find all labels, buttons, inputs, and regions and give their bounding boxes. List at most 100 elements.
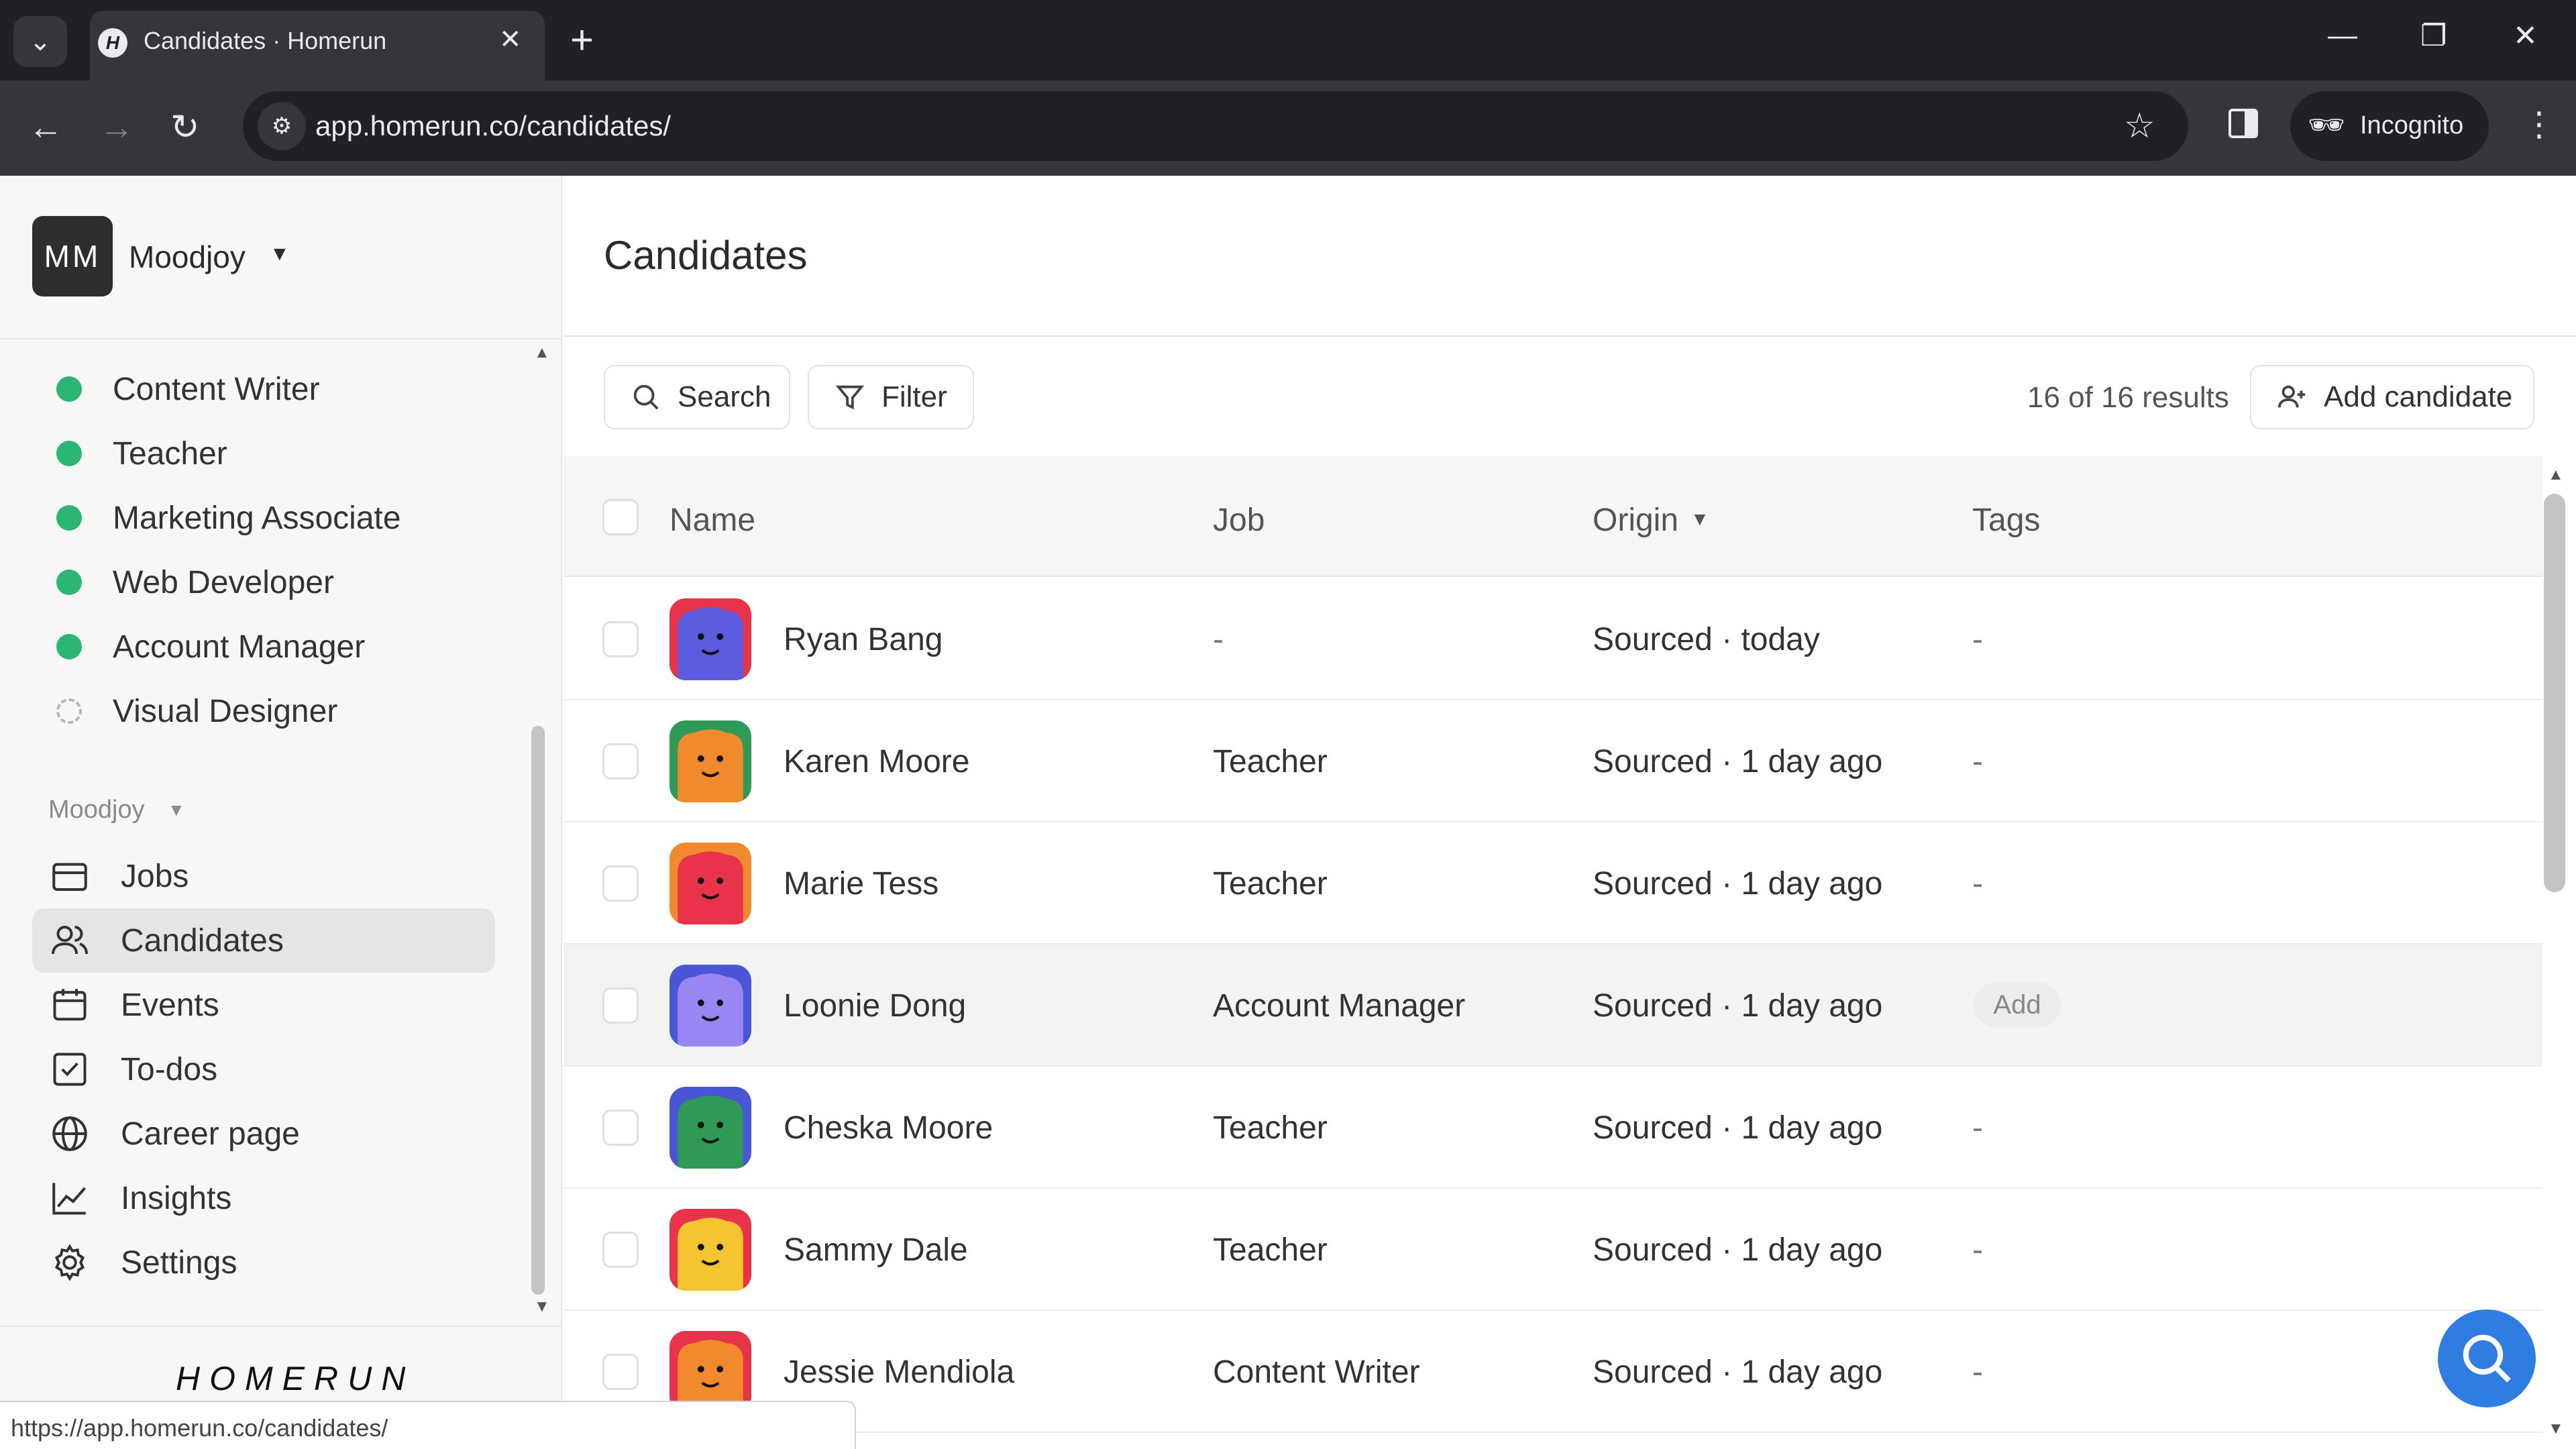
filter-icon — [835, 385, 865, 410]
close-tab-icon[interactable]: ✕ — [499, 24, 522, 55]
tab-search-button[interactable]: ⌄ — [13, 16, 67, 67]
add-user-icon — [2277, 385, 2306, 408]
globe-icon — [50, 1114, 90, 1154]
homerun-favicon-icon: H — [98, 28, 127, 58]
row-checkbox[interactable] — [602, 1110, 639, 1146]
sort-caret-icon[interactable]: ▼ — [1690, 508, 1709, 530]
sidebar-job-label: Visual Designer — [113, 693, 338, 729]
published-status-icon — [56, 570, 82, 595]
candidate-origin: Sourced · 1 day ago — [1593, 744, 1883, 780]
main-scrollbar[interactable] — [2544, 494, 2565, 892]
sidebar-job-visual-designer[interactable]: Visual Designer — [56, 691, 337, 731]
page-title: Candidates — [604, 233, 808, 278]
search-label: Search — [678, 380, 771, 413]
minimize-icon[interactable]: — — [2328, 19, 2357, 52]
window-close-icon[interactable]: ✕ — [2513, 19, 2538, 53]
search-button[interactable]: Search — [604, 365, 790, 429]
workspace-avatar[interactable]: MM — [32, 216, 113, 297]
row-checkbox[interactable] — [602, 621, 639, 657]
column-origin[interactable]: Origin — [1593, 502, 1678, 539]
caret-down-icon[interactable]: ▼ — [270, 243, 290, 266]
candidate-origin: Sourced · today — [1593, 622, 1820, 657]
scroll-down-arrow-icon[interactable]: ▼ — [2548, 1419, 2564, 1438]
candidate-avatar — [669, 965, 751, 1046]
candidate-name[interactable]: Marie Tess — [784, 865, 938, 902]
restore-icon[interactable]: ❐ — [2420, 19, 2447, 53]
checkbox-icon — [50, 1049, 90, 1089]
candidate-name[interactable]: Loonie Dong — [784, 987, 966, 1024]
bookmark-star-icon[interactable]: ☆ — [2124, 106, 2155, 146]
candidate-name[interactable]: Ryan Bang — [784, 621, 943, 658]
sidebar-item-events[interactable]: Events — [32, 973, 495, 1037]
sidebar-job-account-manager[interactable]: Account Manager — [56, 627, 365, 667]
magnifier-icon — [2463, 1334, 2511, 1383]
sidebar-item-career-page[interactable]: Career page — [32, 1102, 495, 1166]
scroll-up-arrow-icon[interactable]: ▲ — [2548, 466, 2564, 484]
row-checkbox[interactable] — [602, 1232, 639, 1268]
candidate-job: Account Manager — [1213, 988, 1466, 1024]
sidebar-job-content-writer[interactable]: Content Writer — [56, 369, 320, 409]
new-tab-icon[interactable]: + — [570, 19, 594, 62]
caret-down-icon[interactable]: ▼ — [168, 800, 185, 820]
sidebar-item-settings[interactable]: Settings — [32, 1230, 495, 1295]
side-panel-icon[interactable] — [2229, 109, 2258, 138]
filter-button[interactable]: Filter — [808, 365, 974, 429]
column-name[interactable]: Name — [669, 502, 755, 539]
select-all-checkbox[interactable] — [602, 499, 639, 535]
reload-icon[interactable]: ↻ — [170, 107, 200, 148]
candidate-origin: Sourced · 1 day ago — [1593, 1110, 1883, 1146]
scroll-up-arrow-icon[interactable]: ▲ — [534, 343, 550, 362]
sidebar-job-marketing-associate[interactable]: Marketing Associate — [56, 498, 401, 538]
results-count: 16 of 16 results — [2027, 381, 2229, 414]
candidate-origin: Sourced · 1 day ago — [1593, 988, 1883, 1024]
site-info-icon[interactable]: ⚙ — [258, 102, 306, 150]
calendar-icon — [50, 985, 90, 1025]
sidebar-footer-divider — [0, 1326, 561, 1327]
homerun-logo: HOMERUN — [176, 1360, 415, 1397]
row-checkbox[interactable] — [602, 987, 639, 1024]
scroll-down-arrow-icon[interactable]: ▼ — [534, 1297, 550, 1316]
candidate-avatar — [669, 843, 751, 924]
add-tag-button[interactable]: Add — [1974, 982, 2061, 1028]
published-status-icon — [56, 505, 82, 531]
candidate-avatar — [669, 720, 751, 802]
candidate-avatar — [669, 1087, 751, 1169]
candidate-name[interactable]: Jessie Mendiola — [784, 1354, 1014, 1391]
workspace-name[interactable]: Moodjoy — [129, 239, 246, 275]
candidate-tags: - — [1972, 1232, 1983, 1268]
candidate-origin: Sourced · 1 day ago — [1593, 1232, 1883, 1268]
help-search-button[interactable] — [2438, 1309, 2536, 1407]
sidebar-job-web-developer[interactable]: Web Developer — [56, 562, 334, 602]
sidebar-item-insights[interactable]: Insights — [32, 1166, 495, 1230]
candidate-name[interactable]: Sammy Dale — [784, 1232, 968, 1269]
candidate-job: Teacher — [1213, 1110, 1328, 1146]
back-arrow-icon[interactable]: ← — [28, 107, 63, 148]
add-candidate-label: Add candidate — [2324, 380, 2513, 413]
column-tags[interactable]: Tags — [1972, 502, 2040, 539]
sidebar-item-label: Settings — [121, 1244, 237, 1281]
add-candidate-button[interactable]: Add candidate — [2250, 365, 2534, 429]
candidate-name[interactable]: Cheska Moore — [784, 1110, 993, 1146]
candidate-job: Teacher — [1213, 1232, 1328, 1268]
row-checkbox[interactable] — [602, 865, 639, 902]
candidate-name[interactable]: Karen Moore — [784, 743, 969, 780]
candidate-origin: Sourced · 1 day ago — [1593, 1354, 1883, 1390]
sidebar-section-label[interactable]: Moodjoy — [48, 796, 145, 824]
row-checkbox[interactable] — [602, 1354, 639, 1390]
column-job[interactable]: Job — [1213, 502, 1265, 539]
published-status-icon — [56, 376, 82, 402]
briefcase-icon — [50, 856, 90, 896]
sidebar-item-candidates[interactable]: Candidates — [32, 908, 495, 973]
sidebar-item-jobs[interactable]: Jobs — [32, 844, 495, 908]
sidebar-job-label: Marketing Associate — [113, 500, 401, 536]
row-checkbox[interactable] — [602, 743, 639, 780]
url-text[interactable]: app.homerun.co/candidates/ — [315, 110, 671, 142]
sidebar-scrollbar[interactable] — [531, 726, 545, 1295]
forward-arrow-icon[interactable]: → — [99, 107, 134, 148]
sidebar-job-teacher[interactable]: Teacher — [56, 433, 227, 474]
browser-menu-icon[interactable]: ⋮ — [2522, 105, 2556, 144]
incognito-label: Incognito — [2360, 111, 2464, 140]
sidebar-item-todos[interactable]: To-dos — [32, 1037, 495, 1102]
chart-icon — [50, 1178, 90, 1218]
candidate-job: - — [1213, 622, 1224, 657]
